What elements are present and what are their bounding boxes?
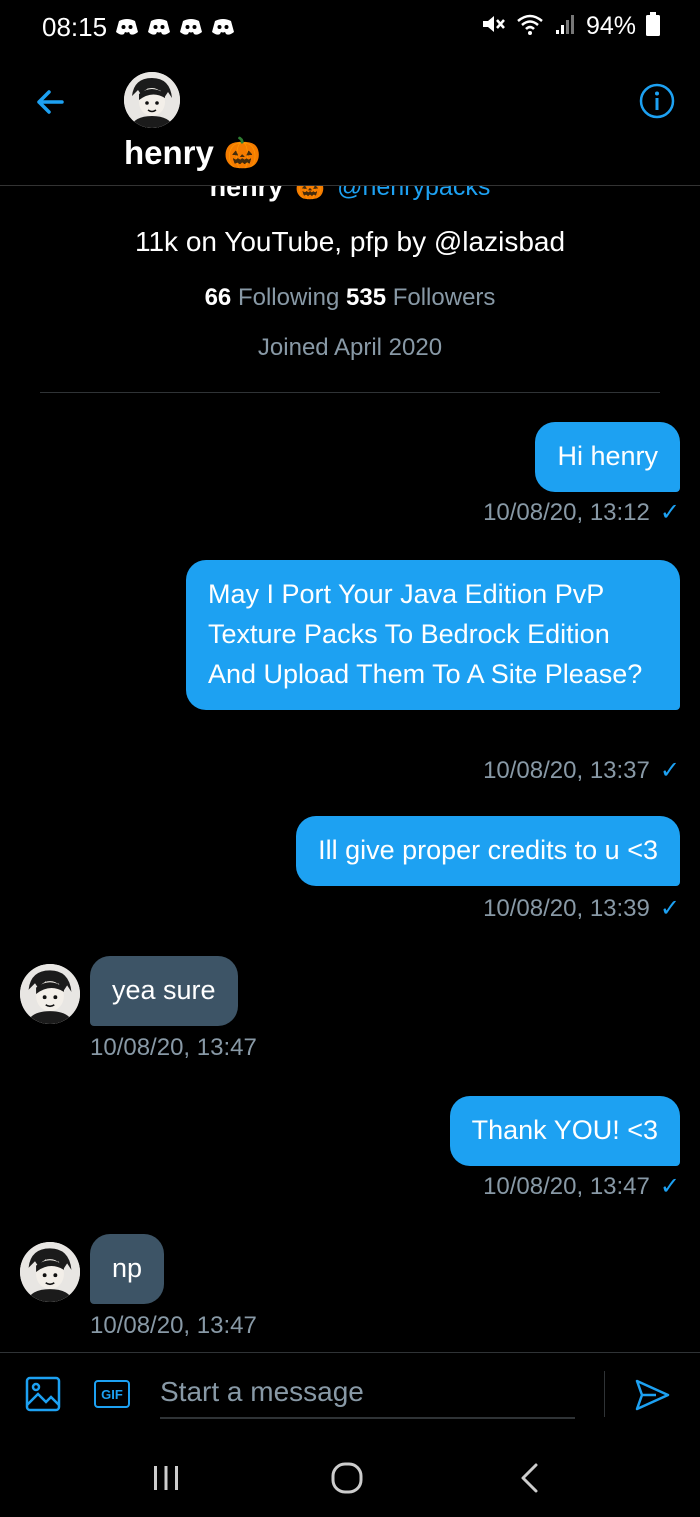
outgoing-message[interactable]: May I Port Your Java Edition PvP Texture… bbox=[186, 560, 680, 710]
sent-check-icon: ✓ bbox=[659, 757, 680, 784]
home-icon bbox=[327, 1462, 367, 1502]
wifi-icon bbox=[516, 12, 544, 41]
timestamp-text: 10/08/20, 13:37 bbox=[483, 756, 650, 784]
back-button[interactable] bbox=[30, 82, 70, 122]
status-right: 94% bbox=[480, 12, 660, 41]
message-timestamp: 10/08/20, 13:37 ✓ bbox=[483, 756, 680, 785]
sent-check-icon: ✓ bbox=[659, 1173, 680, 1200]
composer-divider bbox=[604, 1371, 605, 1417]
following-label[interactable]: Following bbox=[238, 284, 339, 311]
outgoing-message[interactable]: Thank YOU! <3 bbox=[449, 1096, 680, 1166]
recent-apps-icon bbox=[146, 1466, 186, 1502]
timestamp-text: 10/08/20, 13:47 bbox=[483, 1172, 650, 1200]
outgoing-message[interactable]: Ill give proper credits to u <3 bbox=[296, 816, 680, 886]
info-button[interactable] bbox=[638, 82, 676, 120]
recent-apps-button[interactable] bbox=[146, 1458, 186, 1498]
status-bar: 08:15 94% bbox=[0, 0, 700, 56]
message-composer: GIF bbox=[0, 1352, 700, 1432]
send-button[interactable] bbox=[632, 1375, 672, 1415]
incoming-message[interactable]: np bbox=[90, 1234, 165, 1304]
pumpkin-emoji: 🎃 bbox=[295, 186, 326, 201]
status-time: 08:15 bbox=[42, 12, 108, 42]
profile-name-row: henry 🎃 @henrypacks bbox=[0, 186, 700, 208]
follow-stats: 66 Following 535 Followers bbox=[0, 284, 700, 312]
mute-icon bbox=[480, 12, 506, 41]
followers-count[interactable]: 535 bbox=[346, 284, 386, 311]
conversation-header: henry 🎃 bbox=[0, 56, 700, 186]
battery-icon bbox=[646, 12, 660, 41]
avatar[interactable] bbox=[20, 1242, 80, 1302]
arrow-left-icon bbox=[30, 90, 70, 126]
header-name: henry bbox=[124, 134, 214, 171]
system-navigation-bar bbox=[0, 1432, 700, 1517]
message-timestamp: 10/08/20, 13:47 bbox=[90, 1034, 257, 1061]
discord-icon bbox=[147, 18, 171, 36]
timestamp-text: 10/08/20, 13:12 bbox=[483, 498, 650, 526]
send-icon bbox=[632, 1379, 672, 1419]
add-photo-button[interactable] bbox=[24, 1375, 62, 1413]
outgoing-message[interactable]: Hi henry bbox=[535, 422, 680, 492]
header-title: henry 🎃 bbox=[124, 134, 261, 172]
avatar[interactable] bbox=[124, 72, 180, 128]
home-button[interactable] bbox=[327, 1458, 367, 1498]
chevron-left-icon bbox=[510, 1463, 550, 1502]
sent-check-icon: ✓ bbox=[659, 895, 680, 922]
following-count[interactable]: 66 bbox=[205, 284, 232, 311]
profile-handle[interactable]: @henrypacks bbox=[337, 186, 490, 202]
divider bbox=[40, 392, 660, 393]
signal-icon bbox=[554, 12, 576, 41]
info-icon bbox=[638, 83, 676, 124]
system-back-button[interactable] bbox=[510, 1458, 550, 1498]
battery-percent: 94% bbox=[585, 12, 636, 40]
joined-date: Joined April 2020 bbox=[257, 334, 443, 361]
gif-button[interactable]: GIF bbox=[94, 1380, 130, 1408]
sent-check-icon: ✓ bbox=[659, 499, 680, 526]
profile-bio: 11k on YouTube, pfp by @lazisbad bbox=[134, 226, 566, 257]
discord-icon bbox=[115, 18, 139, 36]
avatar[interactable] bbox=[20, 964, 80, 1024]
notification-icons bbox=[115, 18, 235, 36]
message-input[interactable] bbox=[160, 1367, 575, 1419]
timestamp-text: 10/08/20, 13:39 bbox=[483, 894, 650, 922]
message-timestamp: 10/08/20, 13:47 bbox=[90, 1312, 257, 1339]
image-icon bbox=[24, 1376, 62, 1417]
message-timestamp: 10/08/20, 13:39 ✓ bbox=[483, 894, 680, 923]
message-timestamp: 10/08/20, 13:12 ✓ bbox=[483, 498, 680, 527]
profile-name: henry bbox=[209, 186, 284, 202]
discord-icon bbox=[179, 18, 203, 36]
followers-label[interactable]: Followers bbox=[393, 284, 496, 311]
incoming-message[interactable]: yea sure bbox=[90, 956, 238, 1026]
message-timestamp: 10/08/20, 13:47 ✓ bbox=[483, 1172, 680, 1201]
discord-icon bbox=[211, 18, 235, 36]
pumpkin-emoji: 🎃 bbox=[223, 136, 262, 170]
